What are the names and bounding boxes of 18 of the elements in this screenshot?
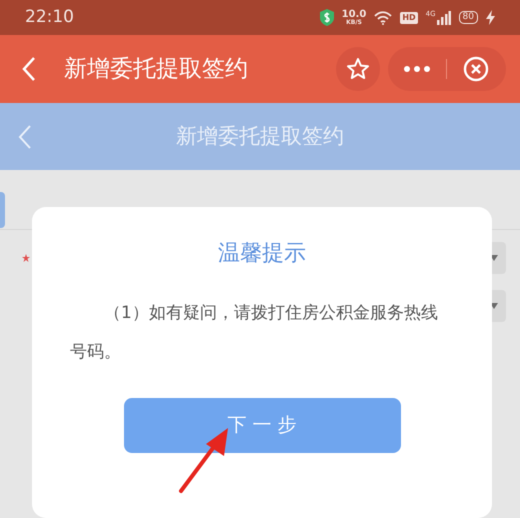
more-icon [404,66,430,72]
clock: 22:10 [25,6,74,29]
favorite-button[interactable] [336,47,380,91]
back-icon [18,124,32,150]
close-icon [463,56,489,82]
hd-badge: HD [400,12,418,24]
wifi-icon [374,10,392,24]
dialog-message: （1）如有疑问，请拨打住房公积金服务热线号码。 [70,302,439,364]
dialog-title: 温馨提示 [218,240,306,268]
shield-icon [320,9,334,26]
back-icon [22,56,36,82]
next-button[interactable]: 下 一 步 [124,398,400,453]
page-title: 新增委托提取签约 [64,54,248,84]
header-title: 新增委托提取签约 [176,122,344,150]
star-icon [346,57,370,81]
signal-icon [436,10,451,24]
network-speed: 10.0 [342,10,366,20]
battery-indicator: 80 [458,11,478,24]
